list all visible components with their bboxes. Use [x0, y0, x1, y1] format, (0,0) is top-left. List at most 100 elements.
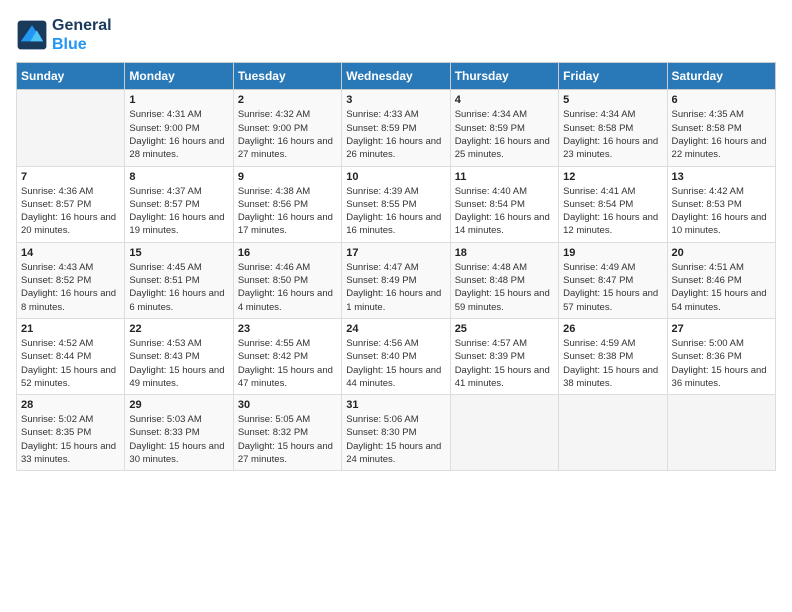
calendar-cell: 15 Sunrise: 4:45 AM Sunset: 8:51 PM Dayl…: [125, 242, 233, 318]
day-info: Sunrise: 4:53 AM Sunset: 8:43 PM Dayligh…: [129, 337, 228, 390]
day-number: 31: [346, 399, 445, 411]
day-info: Sunrise: 4:52 AM Sunset: 8:44 PM Dayligh…: [21, 337, 120, 390]
calendar-cell: 1 Sunrise: 4:31 AM Sunset: 9:00 PM Dayli…: [125, 90, 233, 166]
day-number: 13: [672, 171, 771, 183]
weekday-header-friday: Friday: [559, 63, 667, 90]
calendar-cell: 29 Sunrise: 5:03 AM Sunset: 8:33 PM Dayl…: [125, 395, 233, 471]
calendar-cell: 14 Sunrise: 4:43 AM Sunset: 8:52 PM Dayl…: [17, 242, 125, 318]
day-info: Sunrise: 4:59 AM Sunset: 8:38 PM Dayligh…: [563, 337, 662, 390]
calendar-cell: [450, 395, 558, 471]
day-number: 8: [129, 171, 228, 183]
calendar-cell: 20 Sunrise: 4:51 AM Sunset: 8:46 PM Dayl…: [667, 242, 775, 318]
day-info: Sunrise: 4:42 AM Sunset: 8:53 PM Dayligh…: [672, 185, 771, 238]
day-info: Sunrise: 4:55 AM Sunset: 8:42 PM Dayligh…: [238, 337, 337, 390]
calendar-cell: [559, 395, 667, 471]
calendar-cell: 21 Sunrise: 4:52 AM Sunset: 8:44 PM Dayl…: [17, 318, 125, 394]
calendar-cell: 13 Sunrise: 4:42 AM Sunset: 8:53 PM Dayl…: [667, 166, 775, 242]
calendar-cell: 16 Sunrise: 4:46 AM Sunset: 8:50 PM Dayl…: [233, 242, 341, 318]
weekday-header-monday: Monday: [125, 63, 233, 90]
calendar-cell: 5 Sunrise: 4:34 AM Sunset: 8:58 PM Dayli…: [559, 90, 667, 166]
weekday-header-thursday: Thursday: [450, 63, 558, 90]
calendar-cell: 30 Sunrise: 5:05 AM Sunset: 8:32 PM Dayl…: [233, 395, 341, 471]
day-info: Sunrise: 4:46 AM Sunset: 8:50 PM Dayligh…: [238, 261, 337, 314]
calendar-cell: 18 Sunrise: 4:48 AM Sunset: 8:48 PM Dayl…: [450, 242, 558, 318]
calendar-cell: 27 Sunrise: 5:00 AM Sunset: 8:36 PM Dayl…: [667, 318, 775, 394]
day-number: 22: [129, 323, 228, 335]
logo: General Blue: [16, 16, 112, 54]
weekday-header-saturday: Saturday: [667, 63, 775, 90]
weekday-header-sunday: Sunday: [17, 63, 125, 90]
day-info: Sunrise: 4:34 AM Sunset: 8:59 PM Dayligh…: [455, 108, 554, 161]
day-info: Sunrise: 4:48 AM Sunset: 8:48 PM Dayligh…: [455, 261, 554, 314]
day-number: 24: [346, 323, 445, 335]
day-number: 23: [238, 323, 337, 335]
day-info: Sunrise: 4:41 AM Sunset: 8:54 PM Dayligh…: [563, 185, 662, 238]
day-info: Sunrise: 4:35 AM Sunset: 8:58 PM Dayligh…: [672, 108, 771, 161]
calendar-cell: [667, 395, 775, 471]
day-number: 5: [563, 94, 662, 106]
day-number: 28: [21, 399, 120, 411]
day-info: Sunrise: 4:31 AM Sunset: 9:00 PM Dayligh…: [129, 108, 228, 161]
day-info: Sunrise: 5:00 AM Sunset: 8:36 PM Dayligh…: [672, 337, 771, 390]
day-info: Sunrise: 5:06 AM Sunset: 8:30 PM Dayligh…: [346, 413, 445, 466]
day-number: 9: [238, 171, 337, 183]
day-info: Sunrise: 4:57 AM Sunset: 8:39 PM Dayligh…: [455, 337, 554, 390]
calendar-cell: [17, 90, 125, 166]
day-number: 11: [455, 171, 554, 183]
day-info: Sunrise: 5:05 AM Sunset: 8:32 PM Dayligh…: [238, 413, 337, 466]
calendar-cell: 28 Sunrise: 5:02 AM Sunset: 8:35 PM Dayl…: [17, 395, 125, 471]
day-number: 29: [129, 399, 228, 411]
calendar-cell: 8 Sunrise: 4:37 AM Sunset: 8:57 PM Dayli…: [125, 166, 233, 242]
day-number: 18: [455, 247, 554, 259]
calendar-cell: 7 Sunrise: 4:36 AM Sunset: 8:57 PM Dayli…: [17, 166, 125, 242]
day-info: Sunrise: 4:33 AM Sunset: 8:59 PM Dayligh…: [346, 108, 445, 161]
week-row-1: 7 Sunrise: 4:36 AM Sunset: 8:57 PM Dayli…: [17, 166, 776, 242]
day-info: Sunrise: 4:39 AM Sunset: 8:55 PM Dayligh…: [346, 185, 445, 238]
day-info: Sunrise: 4:32 AM Sunset: 9:00 PM Dayligh…: [238, 108, 337, 161]
calendar-cell: 23 Sunrise: 4:55 AM Sunset: 8:42 PM Dayl…: [233, 318, 341, 394]
header: General Blue: [16, 16, 776, 54]
logo-icon: [16, 19, 48, 51]
week-row-3: 21 Sunrise: 4:52 AM Sunset: 8:44 PM Dayl…: [17, 318, 776, 394]
week-row-0: 1 Sunrise: 4:31 AM Sunset: 9:00 PM Dayli…: [17, 90, 776, 166]
calendar-cell: 10 Sunrise: 4:39 AM Sunset: 8:55 PM Dayl…: [342, 166, 450, 242]
day-number: 21: [21, 323, 120, 335]
day-number: 6: [672, 94, 771, 106]
day-number: 20: [672, 247, 771, 259]
week-row-4: 28 Sunrise: 5:02 AM Sunset: 8:35 PM Dayl…: [17, 395, 776, 471]
day-info: Sunrise: 4:40 AM Sunset: 8:54 PM Dayligh…: [455, 185, 554, 238]
calendar-cell: 3 Sunrise: 4:33 AM Sunset: 8:59 PM Dayli…: [342, 90, 450, 166]
day-info: Sunrise: 4:51 AM Sunset: 8:46 PM Dayligh…: [672, 261, 771, 314]
day-info: Sunrise: 5:03 AM Sunset: 8:33 PM Dayligh…: [129, 413, 228, 466]
calendar-cell: 9 Sunrise: 4:38 AM Sunset: 8:56 PM Dayli…: [233, 166, 341, 242]
calendar-cell: 4 Sunrise: 4:34 AM Sunset: 8:59 PM Dayli…: [450, 90, 558, 166]
day-number: 30: [238, 399, 337, 411]
day-number: 27: [672, 323, 771, 335]
calendar-cell: 25 Sunrise: 4:57 AM Sunset: 8:39 PM Dayl…: [450, 318, 558, 394]
day-info: Sunrise: 4:43 AM Sunset: 8:52 PM Dayligh…: [21, 261, 120, 314]
calendar-cell: 22 Sunrise: 4:53 AM Sunset: 8:43 PM Dayl…: [125, 318, 233, 394]
day-number: 12: [563, 171, 662, 183]
day-number: 15: [129, 247, 228, 259]
day-info: Sunrise: 4:34 AM Sunset: 8:58 PM Dayligh…: [563, 108, 662, 161]
calendar-cell: 26 Sunrise: 4:59 AM Sunset: 8:38 PM Dayl…: [559, 318, 667, 394]
day-number: 26: [563, 323, 662, 335]
calendar-cell: 31 Sunrise: 5:06 AM Sunset: 8:30 PM Dayl…: [342, 395, 450, 471]
week-row-2: 14 Sunrise: 4:43 AM Sunset: 8:52 PM Dayl…: [17, 242, 776, 318]
calendar-table: SundayMondayTuesdayWednesdayThursdayFrid…: [16, 62, 776, 471]
day-number: 10: [346, 171, 445, 183]
weekday-header-tuesday: Tuesday: [233, 63, 341, 90]
day-info: Sunrise: 4:37 AM Sunset: 8:57 PM Dayligh…: [129, 185, 228, 238]
calendar-cell: 6 Sunrise: 4:35 AM Sunset: 8:58 PM Dayli…: [667, 90, 775, 166]
day-info: Sunrise: 4:56 AM Sunset: 8:40 PM Dayligh…: [346, 337, 445, 390]
calendar-cell: 11 Sunrise: 4:40 AM Sunset: 8:54 PM Dayl…: [450, 166, 558, 242]
day-number: 16: [238, 247, 337, 259]
calendar-cell: 12 Sunrise: 4:41 AM Sunset: 8:54 PM Dayl…: [559, 166, 667, 242]
day-number: 1: [129, 94, 228, 106]
day-info: Sunrise: 4:45 AM Sunset: 8:51 PM Dayligh…: [129, 261, 228, 314]
day-info: Sunrise: 4:36 AM Sunset: 8:57 PM Dayligh…: [21, 185, 120, 238]
day-info: Sunrise: 4:38 AM Sunset: 8:56 PM Dayligh…: [238, 185, 337, 238]
calendar-cell: 19 Sunrise: 4:49 AM Sunset: 8:47 PM Dayl…: [559, 242, 667, 318]
day-number: 4: [455, 94, 554, 106]
calendar-cell: 24 Sunrise: 4:56 AM Sunset: 8:40 PM Dayl…: [342, 318, 450, 394]
